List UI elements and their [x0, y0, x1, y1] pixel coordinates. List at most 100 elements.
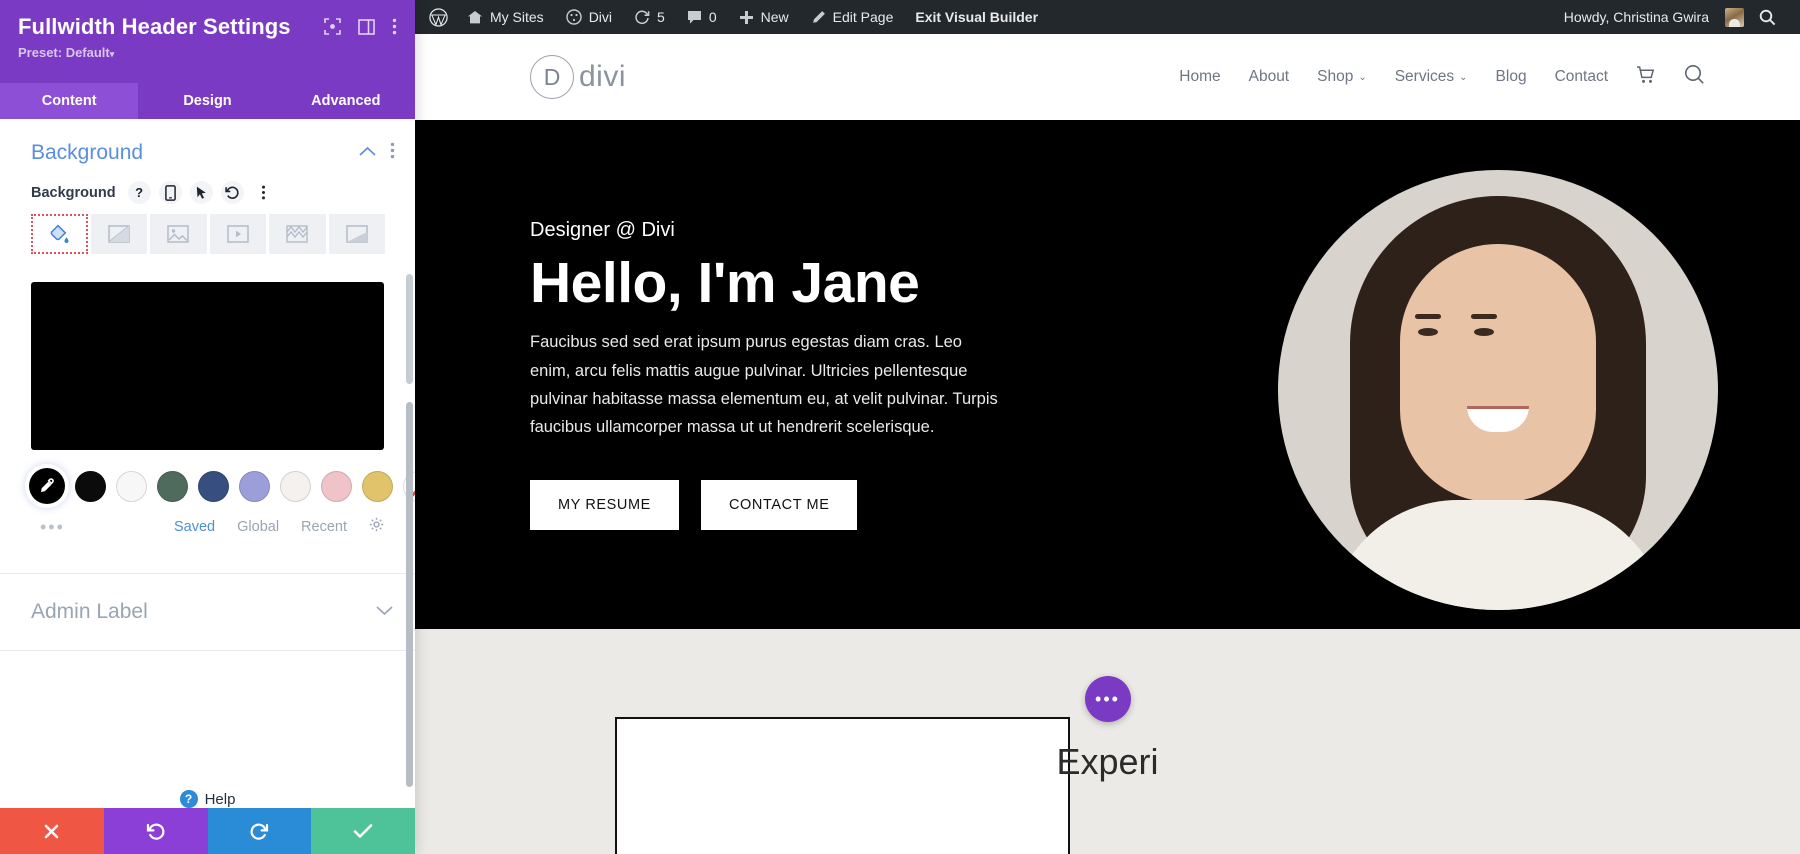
panel-scrollbar-top[interactable] [406, 274, 413, 384]
background-color-preview[interactable] [31, 282, 384, 450]
nav-about-label: About [1248, 68, 1290, 85]
hero-subtitle: Designer @ Divi [530, 219, 675, 242]
redo-icon [251, 823, 269, 840]
tab-advanced[interactable]: Advanced [277, 83, 415, 119]
hover-cursor-icon[interactable] [189, 181, 213, 204]
background-section-header[interactable]: Background [0, 119, 415, 181]
swatch-pink[interactable] [321, 470, 352, 502]
more-vertical-icon[interactable] [390, 142, 395, 164]
reset-icon[interactable] [220, 181, 244, 204]
focus-icon[interactable] [324, 18, 341, 35]
background-image-tab[interactable] [150, 214, 207, 254]
gear-icon[interactable] [369, 517, 384, 537]
logo-text: divi [579, 60, 627, 93]
save-button[interactable] [311, 808, 415, 854]
hero-buttons: MY RESUME CONTACT ME [530, 479, 1000, 530]
add-section-button[interactable]: ••• [1084, 676, 1131, 722]
swatch-navy[interactable] [198, 470, 229, 502]
comments[interactable]: 0 [676, 0, 728, 34]
exit-visual-builder-label: Exit Visual Builder [915, 9, 1039, 25]
nav-contact[interactable]: Contact [1555, 68, 1608, 86]
chevron-down-icon[interactable] [376, 603, 393, 621]
nav-about[interactable]: About [1249, 68, 1290, 86]
undo-icon [146, 823, 164, 840]
site-logo[interactable]: D divi [530, 55, 626, 99]
updates[interactable]: 5 [623, 0, 676, 34]
more-options-icon[interactable] [252, 181, 275, 204]
exit-visual-builder[interactable]: Exit Visual Builder [904, 0, 1049, 34]
panel-scrollbar[interactable] [406, 402, 413, 787]
palette-tab-global[interactable]: Global [237, 519, 279, 535]
panel-header: Fullwidth Header Settings Preset: Defaul… [0, 0, 415, 83]
color-picker-eyedropper[interactable] [29, 468, 65, 504]
chevron-up-icon[interactable] [359, 144, 376, 162]
my-resume-button[interactable]: MY RESUME [530, 479, 679, 530]
help-label: Help [204, 790, 236, 808]
close-x-icon [45, 824, 59, 838]
panel-footer [0, 808, 415, 854]
panel-body: Background Background ? ••• Saved Global… [0, 119, 415, 808]
responsive-phone-icon[interactable] [158, 181, 182, 204]
background-mask-tab[interactable] [328, 214, 385, 254]
more-vertical-icon[interactable] [392, 18, 397, 35]
redo-button[interactable] [207, 808, 312, 854]
background-field-label-row: Background ? [0, 181, 415, 204]
cart-icon[interactable] [1636, 65, 1656, 89]
background-section-title: Background [31, 141, 144, 164]
admin-label-section[interactable]: Admin Label [0, 574, 415, 650]
help-row[interactable]: ? Help [0, 790, 415, 808]
new-content[interactable]: New [728, 0, 800, 34]
site-nav: Home About Shop ⌄ Services ⌄ Blog Contact [1179, 64, 1705, 90]
palette-meta-row: ••• Saved Global Recent [0, 504, 415, 537]
nav-shop[interactable]: Shop ⌄ [1317, 68, 1367, 86]
undo-button[interactable] [103, 808, 208, 854]
tab-design[interactable]: Design [138, 83, 276, 119]
nav-home-label: Home [1179, 68, 1221, 85]
chevron-down-icon: ▾ [109, 49, 115, 60]
swatch-periwinkle[interactable] [239, 470, 270, 502]
chevron-down-icon: ⌄ [1459, 71, 1468, 83]
background-video-tab[interactable] [209, 214, 266, 254]
edit-page[interactable]: Edit Page [800, 0, 905, 34]
my-sites[interactable]: My Sites [456, 0, 555, 34]
section-divider-2 [0, 650, 415, 651]
divi-icon [565, 9, 582, 25]
admin-label-title: Admin Label [31, 600, 148, 623]
swatch-green[interactable] [157, 470, 188, 502]
contact-me-button[interactable]: CONTACT ME [700, 479, 858, 530]
search-icon[interactable] [1684, 64, 1705, 90]
howdy-user[interactable]: Howdy, Christina Gwira [1553, 0, 1748, 34]
hero-title: Hello, I'm Jane [530, 251, 920, 316]
nav-services[interactable]: Services ⌄ [1395, 68, 1468, 86]
search-icon[interactable] [1748, 0, 1790, 34]
panel-preset-label: Preset: Default [18, 45, 110, 61]
palette-tab-recent[interactable]: Recent [301, 519, 347, 535]
palette-tab-saved[interactable]: Saved [174, 519, 215, 535]
background-color-tab[interactable] [31, 214, 88, 254]
nav-services-label: Services [1394, 68, 1455, 85]
below-fold-section: ••• Experi [415, 629, 1800, 854]
tab-content[interactable]: Content [0, 83, 139, 119]
new-label: New [760, 9, 789, 25]
wordpress-icon[interactable] [415, 0, 456, 34]
nav-blog[interactable]: Blog [1496, 68, 1527, 86]
fullwidth-header-module[interactable]: Designer @ Divi Hello, I'm Jane Faucibus… [415, 120, 1800, 629]
panel-preset[interactable]: Preset: Default▾ [18, 45, 397, 60]
my-sites-label: My Sites [490, 9, 544, 25]
nav-home[interactable]: Home [1179, 68, 1220, 86]
background-pattern-tab[interactable] [269, 214, 326, 254]
wp-admin-bar: My Sites Divi 5 0 New Edit Page Exit Vis… [415, 0, 1800, 34]
swatch-offwhite[interactable] [280, 470, 311, 502]
nav-shop-label: Shop [1317, 68, 1354, 85]
pencil-icon [812, 10, 825, 23]
palette-more-button[interactable]: ••• [40, 518, 65, 536]
divi-menu[interactable]: Divi [555, 0, 623, 34]
help-icon[interactable]: ? [127, 181, 151, 204]
swatch-gold[interactable] [362, 470, 393, 502]
section-outline [615, 717, 1070, 854]
layout-columns-icon[interactable] [358, 18, 375, 35]
background-gradient-tab[interactable] [90, 214, 147, 254]
swatch-white[interactable] [116, 470, 147, 502]
cancel-button[interactable] [0, 808, 104, 854]
swatch-black[interactable] [75, 470, 106, 502]
